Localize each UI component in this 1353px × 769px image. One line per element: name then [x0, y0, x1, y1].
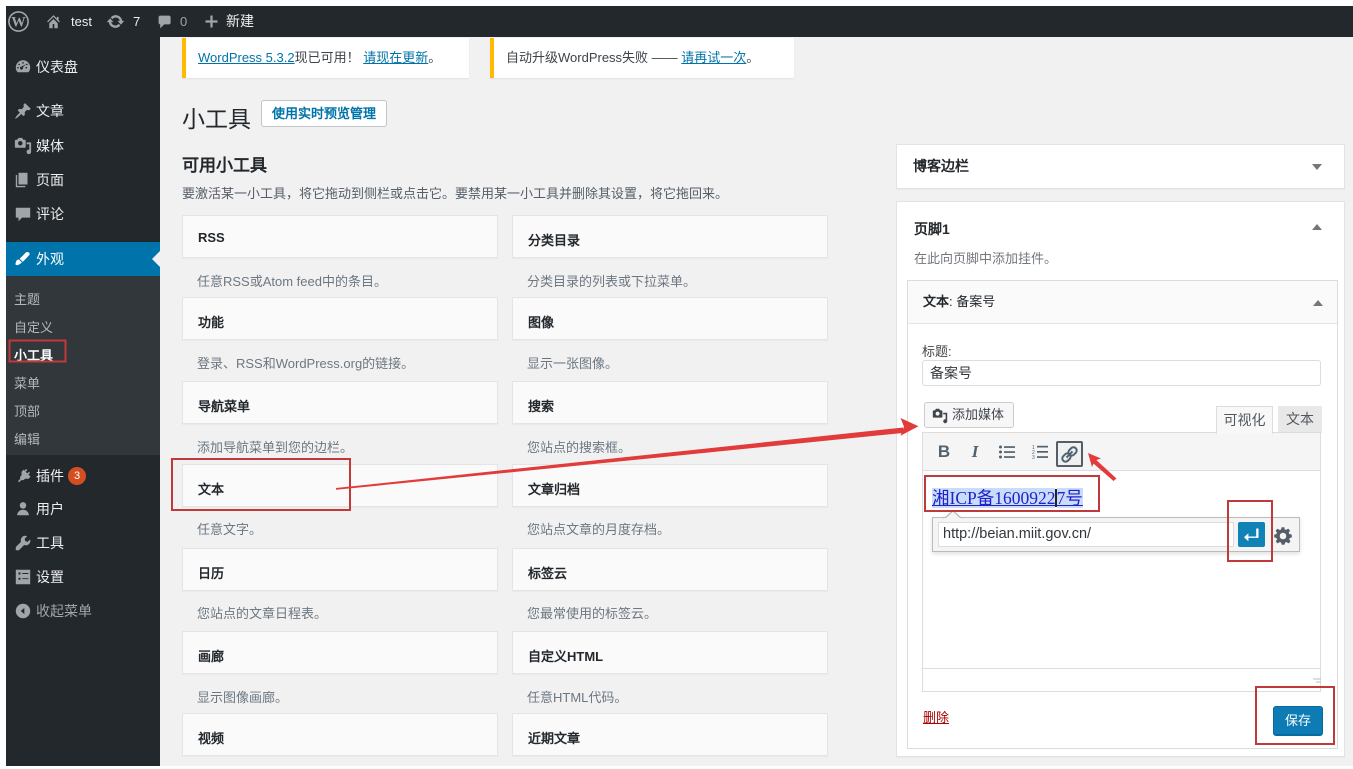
- svg-text:W: W: [11, 14, 26, 30]
- svg-text:3: 3: [1032, 455, 1035, 460]
